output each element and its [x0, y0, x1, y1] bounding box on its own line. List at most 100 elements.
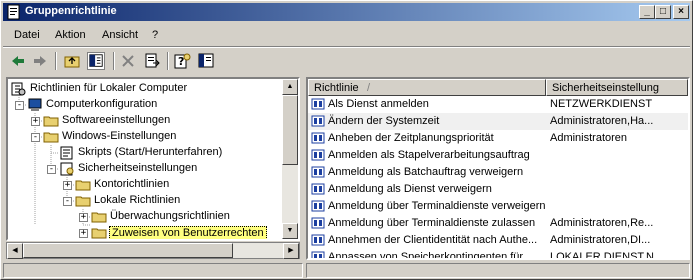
folder-icon [75, 180, 91, 191]
policy-row[interactable]: Ändern der Systemzeit Administratoren,Ha… [308, 113, 688, 130]
tree-item-local-policies[interactable]: - Lokale Richtlinien [8, 193, 278, 209]
policy-name: Anmeldung als Dienst verweigern [328, 183, 492, 195]
sort-indicator-icon: / [367, 82, 371, 94]
policy-row[interactable]: Anmeldung über Terminaldienste verweiger… [308, 198, 688, 215]
title-bar[interactable]: Gruppenrichtlinie _ □ × [3, 3, 690, 21]
policy-setting-icon [311, 98, 325, 110]
tree-item-label: Lokale Richtlinien [94, 194, 181, 206]
policy-row[interactable]: Anmeldung über Terminaldienste zulassen … [308, 215, 688, 232]
group-policy-icon [7, 4, 20, 20]
console-tree[interactable]: Richtlinien für Lokaler Computer - Compu… [6, 77, 300, 241]
policy-setting: Administratoren,Re... [550, 217, 654, 229]
collapse-toggle[interactable]: - [15, 101, 24, 110]
policy-name: Anheben der Zeitplanungspriorität [328, 132, 494, 144]
policy-icon [11, 82, 26, 96]
computer-icon [28, 98, 42, 111]
folder-icon [75, 196, 91, 207]
collapse-toggle[interactable]: - [31, 133, 40, 142]
expand-toggle[interactable]: + [63, 181, 72, 190]
tree-item-security-settings[interactable]: - Sicherheitseinstellungen [8, 161, 278, 177]
tree-horizontal-scrollbar[interactable]: ◀ ▶ [6, 242, 300, 259]
minimize-button[interactable]: _ [639, 5, 655, 19]
tree-item-account-policies[interactable]: + Kontorichtlinien [8, 177, 278, 193]
column-header-label: Richtlinie [314, 82, 359, 94]
scroll-thumb[interactable] [23, 243, 233, 258]
menu-bar: Datei Aktion Ansicht ? [3, 25, 690, 45]
policy-row[interactable]: Anmelden als Stapelverarbeitungsauftrag [308, 147, 688, 164]
window-title: Gruppenrichtlinie [25, 5, 117, 17]
policy-row[interactable]: Als Dienst anmelden NETZWERKDIENST [308, 96, 688, 113]
tree-item-label: Computerkonfiguration [46, 98, 158, 110]
tree-item-label: Sicherheitseinstellungen [78, 162, 198, 174]
policy-setting: LOKALER DIENST,N... [550, 251, 664, 260]
tree-item-computer-configuration[interactable]: - Computerkonfiguration [8, 97, 278, 113]
menu-aktion[interactable]: Aktion [55, 29, 86, 41]
expand-toggle[interactable]: + [31, 117, 40, 126]
policy-setting: NETZWERKDIENST [550, 98, 653, 110]
tree-item-label: Skripts (Start/Herunterfahren) [78, 146, 223, 158]
toolbar: ? [3, 48, 690, 74]
tree-item-label: Softwareeinstellungen [62, 114, 171, 126]
scroll-left-button[interactable]: ◀ [7, 243, 23, 259]
policy-name: Anmeldung als Batchauftrag verweigern [328, 166, 524, 178]
tree-item-label: Richtlinien für Lokaler Computer [30, 82, 188, 94]
forward-arrow-icon[interactable] [31, 52, 49, 70]
show-hide-tree-icon[interactable] [87, 52, 105, 70]
tree-item-windows-settings[interactable]: - Windows-Einstellungen [8, 129, 278, 145]
policy-list[interactable]: Richtlinie / Sicherheitseinstellung Als … [306, 77, 690, 260]
tree-item-label: Windows-Einstellungen [62, 130, 177, 142]
policy-row[interactable]: Annehmen der Clientidentität nach Authe.… [308, 232, 688, 249]
policy-row[interactable]: Anpassen von Speicherkontingenten für...… [308, 249, 688, 260]
policy-name: Anmeldung über Terminaldienste verweiger… [328, 200, 546, 212]
toolbar-separator [55, 52, 57, 70]
scroll-down-button[interactable]: ▼ [282, 223, 298, 239]
tree-item-label: Zuweisen von Benutzerrechten [109, 226, 267, 239]
policy-setting-icon [311, 251, 325, 258]
policy-setting-icon [311, 183, 325, 195]
folder-icon [43, 116, 59, 127]
security-icon [60, 162, 74, 176]
policy-setting: Administratoren,DI... [550, 234, 651, 246]
expand-toggle[interactable]: + [79, 213, 88, 222]
maximize-button[interactable]: □ [655, 5, 671, 19]
back-arrow-icon[interactable] [9, 52, 27, 70]
policy-setting-icon [311, 115, 325, 127]
policy-row[interactable]: Anmeldung als Dienst verweigern [308, 181, 688, 198]
help-icon[interactable]: ? [173, 52, 191, 70]
group-policy-window: Gruppenrichtlinie _ □ × Datei Aktion Ans… [0, 0, 693, 280]
tree-item-software-settings[interactable]: + Softwareeinstellungen [8, 113, 278, 129]
policy-setting-icon [311, 149, 325, 161]
expand-toggle[interactable]: + [79, 229, 88, 238]
tree-item-user-rights-assignment[interactable]: + Zuweisen von Benutzerrechten [8, 225, 278, 239]
policy-setting-icon [311, 166, 325, 178]
export-list-icon[interactable] [143, 52, 161, 70]
delete-icon[interactable] [119, 52, 137, 70]
tree-vertical-scrollbar[interactable]: ▲ ▼ [282, 79, 298, 239]
up-folder-icon[interactable] [63, 52, 81, 70]
folder-icon [91, 212, 107, 223]
scroll-up-button[interactable]: ▲ [282, 79, 298, 95]
properties-icon[interactable] [197, 52, 215, 70]
folder-icon [43, 132, 59, 143]
tree-item-audit-policies[interactable]: + Überwachungsrichtlinien [8, 209, 278, 225]
scroll-right-button[interactable]: ▶ [283, 243, 299, 259]
menu-datei[interactable]: Datei [14, 29, 40, 41]
menu-help[interactable]: ? [152, 29, 158, 41]
script-icon [60, 146, 73, 160]
svg-text:?: ? [178, 55, 184, 68]
menu-ansicht[interactable]: Ansicht [102, 29, 138, 41]
policy-setting-icon [311, 200, 325, 212]
tree-item-scripts[interactable]: Skripts (Start/Herunterfahren) [8, 145, 278, 161]
policy-row[interactable]: Anmeldung als Batchauftrag verweigern [308, 164, 688, 181]
close-button[interactable]: × [673, 5, 689, 19]
scroll-thumb[interactable] [282, 95, 298, 165]
collapse-toggle[interactable]: - [63, 197, 72, 206]
column-header-policy[interactable]: Richtlinie / [308, 79, 546, 96]
policy-setting-icon [311, 217, 325, 229]
policy-name: Anpassen von Speicherkontingenten für... [328, 251, 532, 260]
collapse-toggle[interactable]: - [47, 165, 56, 174]
policy-row[interactable]: Anheben der Zeitplanungspriorität Admini… [308, 130, 688, 147]
tree-item-label: Kontorichtlinien [94, 178, 170, 190]
tree-item-local-computer-policy[interactable]: Richtlinien für Lokaler Computer [8, 81, 278, 97]
column-header-setting[interactable]: Sicherheitseinstellung [546, 79, 688, 96]
